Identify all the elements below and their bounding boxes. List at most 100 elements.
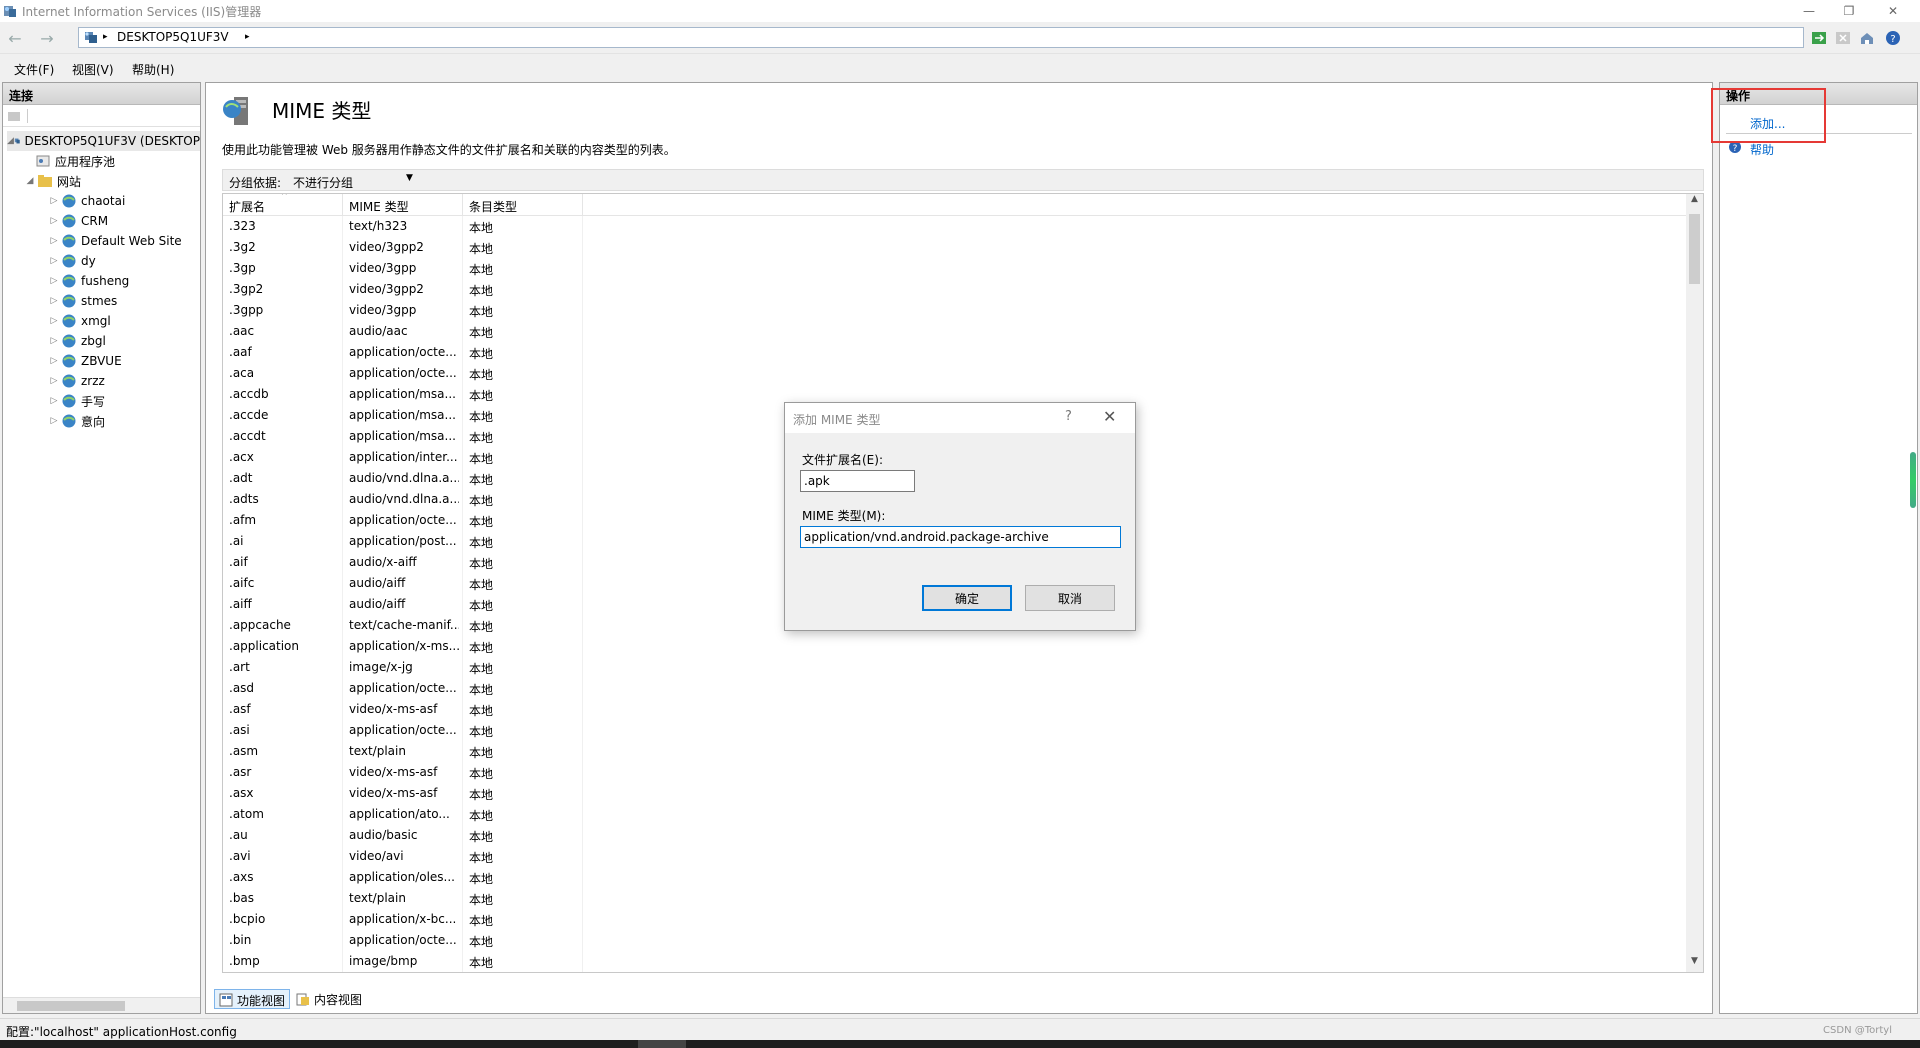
table-row[interactable]: .bas text/plain 本地 [223,888,583,909]
breadcrumb-separator[interactable]: ▸ [245,32,250,42]
expand-icon[interactable]: ▷ [47,276,61,286]
table-row[interactable]: .3gp2 video/3gpp2 本地 [223,279,583,300]
tree-node-site[interactable]: ▷ Default Web Site [47,231,182,251]
table-row[interactable]: .323 text/h323 本地 [223,216,583,237]
tree-node-site[interactable]: ▷ zbgl [47,331,106,351]
table-row[interactable]: .aac audio/aac 本地 [223,321,583,342]
expand-icon[interactable]: ▷ [47,196,61,206]
scroll-down-icon[interactable]: ▼ [1686,956,1703,972]
taskbar-button[interactable] [638,1040,686,1048]
menu-help[interactable]: 帮助(H) [132,61,174,78]
table-row[interactable]: .acx application/inter... 本地 [223,447,583,468]
chevron-down-icon[interactable]: ▼ [406,173,413,183]
tree-node-sites[interactable]: ◢ 网站 [23,171,81,191]
stop-icon[interactable] [1834,29,1852,47]
column-header-entry-type[interactable]: 条目类型 [463,194,583,216]
table-row[interactable]: .avi video/avi 本地 [223,846,583,867]
table-row[interactable]: .accdt application/msa... 本地 [223,426,583,447]
expand-icon[interactable]: ▷ [47,336,61,346]
table-row[interactable]: .accde application/msa... 本地 [223,405,583,426]
table-row[interactable]: .aifc audio/aiff 本地 [223,573,583,594]
table-vscrollbar[interactable]: ▲ ▼ [1686,194,1703,972]
table-row[interactable]: .application application/x-ms... 本地 [223,636,583,657]
table-row[interactable]: .afm application/octe... 本地 [223,510,583,531]
tree-node-site[interactable]: ▷ fusheng [47,271,130,291]
tree-node-server[interactable]: ◢ DESKTOP5Q1UF3V (DESKTOP [7,131,200,151]
help-link[interactable]: 帮助 [1750,141,1774,158]
column-header-extension[interactable]: ^ 扩展名 [223,194,343,216]
address-box[interactable]: ▸ DESKTOP5Q1UF3V ▸ [78,27,1804,48]
home-icon[interactable] [1858,29,1876,47]
table-row[interactable]: .3gpp video/3gpp 本地 [223,300,583,321]
extension-input[interactable] [800,470,915,492]
restore-button[interactable]: ❐ [1826,0,1872,22]
group-by-select[interactable]: 不进行分组 [293,174,353,191]
tree-node-site[interactable]: ▷ 手写 [47,391,105,411]
expand-icon[interactable]: ▷ [47,416,61,426]
table-row[interactable]: .3g2 video/3gpp2 本地 [223,237,583,258]
connections-hscrollbar[interactable] [3,997,200,1013]
breadcrumb-server[interactable]: DESKTOP5Q1UF3V [117,30,229,44]
table-row[interactable]: .bin application/octe... 本地 [223,930,583,951]
table-row[interactable]: .asd application/octe... 本地 [223,678,583,699]
table-row[interactable]: .art image/x-jg 本地 [223,657,583,678]
table-row[interactable]: .asf video/x-ms-asf 本地 [223,699,583,720]
scroll-thumb[interactable] [1689,214,1700,284]
tree-node-site[interactable]: ▷ zrzz [47,371,105,391]
table-row[interactable]: .aiff audio/aiff 本地 [223,594,583,615]
ok-button[interactable]: 确定 [922,585,1012,611]
table-row[interactable]: .appcache text/cache-manif... 本地 [223,615,583,636]
menu-view[interactable]: 视图(V) [72,61,114,78]
expand-icon[interactable]: ▷ [47,296,61,306]
dialog-help-button[interactable]: ? [1065,409,1072,424]
collapse-icon[interactable]: ◢ [7,136,14,146]
table-row[interactable]: .bcpio application/x-bc... 本地 [223,909,583,930]
tree-node-site[interactable]: ▷ stmes [47,291,118,311]
table-row[interactable]: .asx video/x-ms-asf 本地 [223,783,583,804]
tree-node-site[interactable]: ▷ CRM [47,211,109,231]
expand-icon[interactable]: ▷ [47,216,61,226]
connect-icon[interactable] [7,109,21,123]
tree-node-site[interactable]: ▷ dy [47,251,96,271]
table-row[interactable]: .aca application/octe... 本地 [223,363,583,384]
expand-icon[interactable]: ▷ [47,396,61,406]
scroll-thumb[interactable] [17,1001,125,1011]
table-row[interactable]: .asr video/x-ms-asf 本地 [223,762,583,783]
table-row[interactable]: .axs application/oles... 本地 [223,867,583,888]
close-button[interactable]: ✕ [1870,0,1916,22]
expand-icon[interactable]: ▷ [47,236,61,246]
table-row[interactable]: .accdb application/msa... 本地 [223,384,583,405]
tree-node-site[interactable]: ▷ xmgl [47,311,111,331]
table-row[interactable]: .atom application/ato... 本地 [223,804,583,825]
table-row[interactable]: .asm text/plain 本地 [223,741,583,762]
table-row[interactable]: .bmp image/bmp 本地 [223,951,583,972]
tab-content-view[interactable]: 内容视图 [292,989,366,1009]
table-row[interactable]: .aif audio/x-aiff 本地 [223,552,583,573]
back-button[interactable]: ← [4,27,26,49]
tree-node-site[interactable]: ▷ 意向 [47,411,105,431]
dialog-close-button[interactable]: ✕ [1103,407,1116,426]
expand-icon[interactable]: ▷ [47,256,61,266]
column-header-mime-type[interactable]: MIME 类型 [343,194,463,216]
expand-icon[interactable]: ▷ [47,376,61,386]
mime-type-input[interactable] [800,526,1121,548]
expand-icon[interactable]: ▷ [47,356,61,366]
refresh-icon[interactable] [1810,29,1828,47]
table-row[interactable]: .ai application/post... 本地 [223,531,583,552]
scroll-up-icon[interactable]: ▲ [1686,194,1703,210]
table-row[interactable]: .aaf application/octe... 本地 [223,342,583,363]
menu-file[interactable]: 文件(F) [14,61,54,78]
table-row[interactable]: .adt audio/vnd.dlna.a... 本地 [223,468,583,489]
tree-node-site[interactable]: ▷ chaotai [47,191,126,211]
tab-features-view[interactable]: 功能视图 [214,989,291,1009]
collapse-icon[interactable]: ◢ [23,176,37,186]
table-row[interactable]: .3gp video/3gpp 本地 [223,258,583,279]
expand-icon[interactable]: ▷ [47,316,61,326]
help-icon[interactable]: ? [1884,29,1902,47]
table-row[interactable]: .adts audio/vnd.dlna.a... 本地 [223,489,583,510]
table-row[interactable]: .au audio/basic 本地 [223,825,583,846]
table-row[interactable]: .asi application/octe... 本地 [223,720,583,741]
cancel-button[interactable]: 取消 [1025,585,1115,611]
tree-node-app-pools[interactable]: 应用程序池 [35,151,115,171]
tree-node-site[interactable]: ▷ ZBVUE [47,351,122,371]
